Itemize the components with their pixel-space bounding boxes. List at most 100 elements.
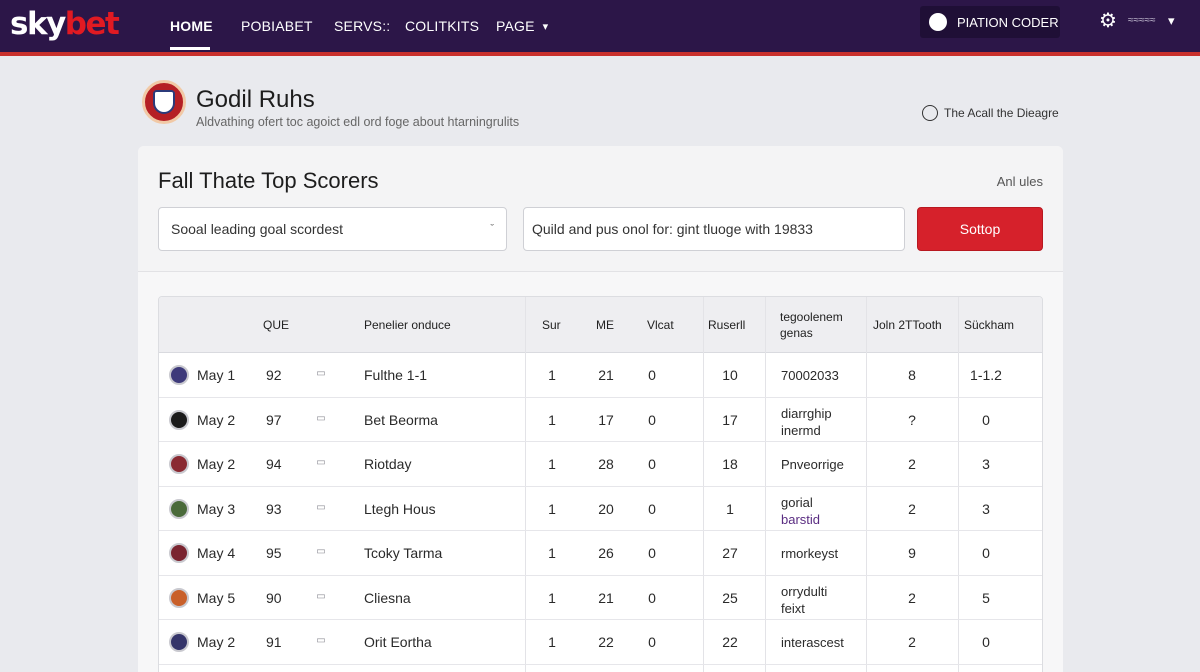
row-sur: 1 xyxy=(548,545,556,561)
gear-icon[interactable]: ⚙ xyxy=(1097,10,1119,32)
search-input[interactable]: Quild and pus onol for: gint tluoge with… xyxy=(523,207,905,251)
row-que: 90 xyxy=(266,589,282,606)
row-suckham: 0 xyxy=(982,634,990,650)
row-date: May 3 xyxy=(197,500,236,517)
table-row[interactable]: May 2 91 ▭ Orit Eortha 1 22 0 22 interascest 2 0 xyxy=(159,620,1042,665)
row-ruserll: 10 xyxy=(722,367,738,383)
row-ruserll: 1 xyxy=(726,500,734,517)
info-icon xyxy=(922,105,938,121)
row-suckham: 0 xyxy=(982,545,990,561)
row-genas: diarrghip inermd xyxy=(781,398,865,442)
scorers-table: QUE Penelier onduce Sur ME Vlcat Ruserll… xyxy=(158,296,1043,672)
row-genas: interascest xyxy=(781,634,844,650)
row-suckham: 5 xyxy=(982,589,990,606)
row-genas-line2: barstid xyxy=(781,512,821,527)
column-header-joln[interactable]: Joln 2TTooth xyxy=(873,297,942,353)
row-sur: 1 xyxy=(548,500,556,517)
page-title: Godil Ruhs xyxy=(196,86,315,113)
column-header-que[interactable]: QUE xyxy=(263,297,289,353)
column-header-vlcat[interactable]: Vlcat xyxy=(647,297,674,353)
row-date: May 2 xyxy=(197,411,236,428)
row-joln: 2 xyxy=(908,589,916,606)
column-header-name[interactable]: Penelier onduce xyxy=(364,297,451,353)
row-vlcat: 0 xyxy=(648,367,656,383)
row-indicator-icon: ▭ xyxy=(316,457,326,468)
skybet-logo[interactable]: sky bet xyxy=(10,6,120,42)
card-header: Fall Thate Top Scorers Anl ules Sooal le… xyxy=(138,146,1063,272)
user-menu-label[interactable]: ≈≈≈≈≈ xyxy=(1128,15,1155,26)
row-date: May 1 xyxy=(197,367,236,383)
row-genas-line1: gorial xyxy=(781,495,813,510)
row-name[interactable]: Orit Eortha xyxy=(364,620,432,664)
table-row[interactable]: May 5 90 ▭ Cliesna 1 21 0 25 orrydulti feixt 2 5 xyxy=(159,576,1042,620)
submit-button[interactable]: Sottop xyxy=(917,207,1043,251)
nav-item-pobiabet[interactable]: POBIABET xyxy=(241,0,313,52)
row-ruserll: 18 xyxy=(722,456,738,472)
row-que: 91 xyxy=(266,634,282,650)
chevron-down-icon[interactable]: ▾ xyxy=(1168,13,1175,29)
row-name[interactable]: Cliesna xyxy=(364,576,411,620)
top-scorers-card: Fall Thate Top Scorers Anl ules Sooal le… xyxy=(138,146,1063,672)
row-que: 97 xyxy=(266,411,282,428)
row-genas-line1: diarrghip xyxy=(781,406,832,421)
row-date: May 5 xyxy=(197,589,236,606)
team-badge-icon xyxy=(169,632,189,652)
row-indicator-icon: ▭ xyxy=(316,590,326,602)
team-badge-icon xyxy=(169,365,189,385)
all-rules-link[interactable]: Anl ules xyxy=(997,174,1043,189)
column-header-me[interactable]: ME xyxy=(596,297,614,353)
row-genas-line2: inermd xyxy=(781,423,821,438)
column-header-genas[interactable]: tegoolenem genas xyxy=(780,297,866,353)
nav-item-colitkits[interactable]: COLITKITS xyxy=(405,0,479,52)
select-value: Sooal leading goal scordest xyxy=(171,221,344,237)
card-title: Fall Thate Top Scorers xyxy=(158,168,379,193)
row-name[interactable]: Ltegh Hous xyxy=(364,487,436,531)
column-header-sur[interactable]: Sur xyxy=(542,297,561,353)
club-crest-logo xyxy=(142,80,186,124)
nav-home[interactable]: HOME xyxy=(170,0,213,52)
row-genas-line2: feixt xyxy=(781,601,805,616)
table-row[interactable]: May 2 97 ▭ Bet Beorma 1 17 0 17 diarrghip inermd?… xyxy=(159,398,1042,442)
team-badge-icon xyxy=(169,454,189,474)
table-row[interactable]: May 4 95 ▭ Tcoky Tarma 1 26 0 27 rmorkeyst 9 0 xyxy=(159,531,1042,576)
column-header-suckham[interactable]: Sückham xyxy=(964,297,1014,353)
row-vlcat: 0 xyxy=(648,500,656,517)
table-row[interactable]: May 1 92 ▭ Fulthe 1-1 1 21 0 10 70002033 8 1-1.2 xyxy=(159,353,1042,398)
team-badge-icon xyxy=(169,543,189,563)
row-indicator-icon: ▭ xyxy=(316,412,326,424)
row-ruserll: 22 xyxy=(722,634,738,650)
row-suckham: 1-1.2 xyxy=(970,367,1002,383)
row-que: 93 xyxy=(266,500,282,517)
chevron-down-icon: ˇ xyxy=(490,223,494,235)
table-row[interactable]: May 3 93 ▭ Ltegh Hous 1 20 0 1 gorial barstid 2 3 xyxy=(159,487,1042,531)
row-sur: 1 xyxy=(548,411,556,428)
chevron-down-icon: ▾ xyxy=(542,20,549,33)
nav-item-page-dropdown[interactable]: PAGE ▾ xyxy=(496,0,548,52)
row-joln: ? xyxy=(908,411,916,428)
row-sur: 1 xyxy=(548,456,556,472)
help-link[interactable]: The Acall the Dieagre xyxy=(922,105,1059,121)
row-que: 94 xyxy=(266,456,282,472)
row-name[interactable]: Bet Beorma xyxy=(364,398,438,442)
nav-item-servs[interactable]: SERVS:: xyxy=(334,0,390,52)
scorer-filter-select[interactable]: Sooal leading goal scordest ˇ xyxy=(158,207,507,251)
team-badge-icon xyxy=(169,409,189,430)
row-name[interactable]: Fulthe 1-1 xyxy=(364,353,427,397)
row-ruserll: 25 xyxy=(722,589,738,606)
column-header-ruserll[interactable]: Ruserll xyxy=(708,297,745,353)
table-row[interactable]: May 2 94 ▭ Riotday 1 28 0 18 Pnveorrige 2 3 xyxy=(159,442,1042,487)
row-name[interactable]: Tcoky Tarma xyxy=(364,531,442,575)
row-name[interactable]: Riotday xyxy=(364,442,411,486)
table-header: QUE Penelier onduce Sur ME Vlcat Ruserll… xyxy=(159,297,1042,353)
account-button[interactable]: PIATION CODER xyxy=(920,6,1060,38)
row-genas: orrydulti feixt xyxy=(781,576,865,620)
row-vlcat: 0 xyxy=(648,411,656,428)
row-genas: rmorkeyst xyxy=(781,545,839,561)
crest-shield-icon xyxy=(153,90,175,114)
account-label: PIATION CODER xyxy=(957,14,1059,30)
row-joln: 2 xyxy=(908,456,916,472)
nav-active-indicator xyxy=(170,47,210,50)
row-vlcat: 0 xyxy=(648,634,656,650)
row-suckham: 3 xyxy=(982,456,990,472)
team-badge-icon xyxy=(169,498,189,519)
